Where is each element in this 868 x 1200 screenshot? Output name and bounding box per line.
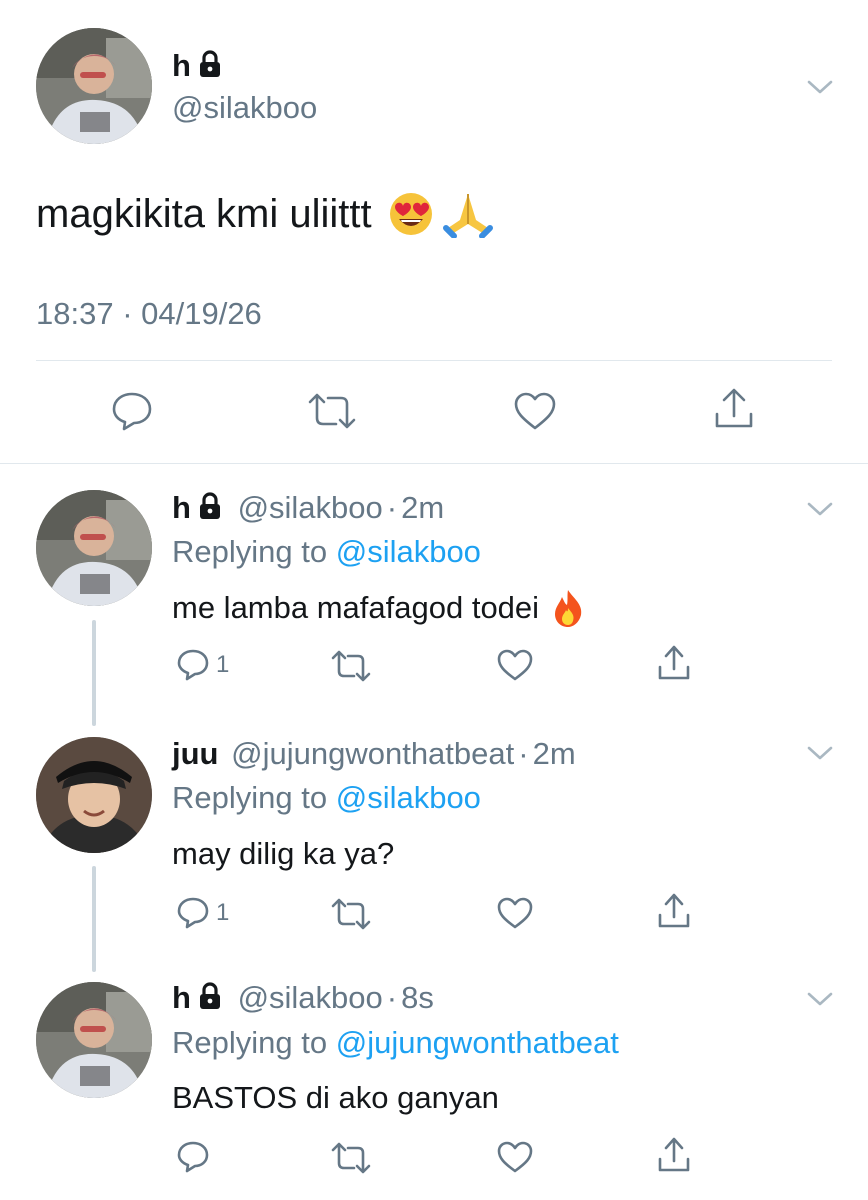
display-name[interactable]: h: [172, 980, 191, 1015]
chevron-down-icon[interactable]: [806, 78, 834, 96]
retweet-button[interactable]: [330, 650, 372, 682]
lock-icon: [199, 982, 220, 1009]
replying-label: Replying to: [172, 780, 328, 815]
tweet-text-row: magkikita kmi uliittt: [36, 190, 494, 238]
separator: ·: [386, 980, 398, 1015]
separator: ·: [518, 736, 529, 771]
like-button[interactable]: [512, 390, 558, 432]
reply-button[interactable]: 1: [176, 896, 229, 930]
reply-text: me lamba mafafagod todei: [172, 590, 540, 625]
divider: [36, 360, 832, 361]
retweet-icon: [331, 1142, 371, 1174]
chevron-down-icon[interactable]: [806, 990, 834, 1008]
reply-text: may dilig ka ya?: [172, 836, 395, 871]
avatar-image: [36, 28, 152, 144]
like-icon: [497, 897, 533, 929]
retweet-button[interactable]: [306, 392, 358, 430]
tweet-text: magkikita kmi uliittt: [36, 191, 372, 236]
handle[interactable]: @jujungwonthatbeat: [231, 736, 514, 771]
lock-icon: [199, 50, 220, 77]
tweet-time[interactable]: 2m: [533, 736, 576, 771]
reply-button[interactable]: [176, 1140, 210, 1174]
reply-icon: [177, 897, 209, 929]
reply-icon: [112, 392, 152, 431]
avatar-image: [36, 982, 152, 1098]
reply-header: juu @jujungwonthatbeat · 2m: [172, 736, 576, 772]
reply-count: 1: [216, 899, 230, 926]
replying-label: Replying to: [172, 534, 328, 569]
like-button[interactable]: [496, 648, 534, 682]
section-divider: [0, 463, 868, 464]
share-icon: [658, 893, 690, 928]
retweet-icon: [331, 650, 371, 682]
reply-button[interactable]: 1: [176, 648, 229, 682]
like-button[interactable]: [496, 1140, 534, 1174]
like-icon: [497, 649, 533, 681]
tweet-time[interactable]: 8s: [401, 980, 434, 1015]
lock-icon: [199, 492, 220, 519]
handle[interactable]: @silakboo: [172, 90, 317, 126]
reply-header: h @silakboo · 2m: [172, 490, 444, 526]
thread-line: [92, 620, 96, 726]
chevron-down-icon[interactable]: [806, 744, 834, 762]
separator: ·: [386, 490, 398, 525]
replying-label: Replying to: [172, 1025, 328, 1060]
replying-to-line: Replying to @jujungwonthatbeat: [172, 1025, 619, 1061]
timestamp[interactable]: 18:37 · 04/19/26: [36, 296, 262, 332]
replying-to-link[interactable]: @silakboo: [336, 534, 481, 569]
chevron-down-icon[interactable]: [806, 500, 834, 518]
share-button[interactable]: [656, 1136, 692, 1174]
avatar[interactable]: [36, 28, 152, 144]
reply-count: 1: [216, 651, 230, 678]
replying-to-link[interactable]: @silakboo: [336, 780, 481, 815]
reply-button[interactable]: [110, 390, 154, 432]
avatar[interactable]: [36, 982, 152, 1098]
handle[interactable]: @silakboo: [238, 980, 383, 1015]
display-name-row[interactable]: h: [172, 48, 223, 84]
retweet-icon: [331, 898, 371, 930]
retweet-button[interactable]: [330, 898, 372, 930]
avatar-image: [36, 490, 152, 606]
like-button[interactable]: [496, 896, 534, 930]
handle[interactable]: @silakboo: [238, 490, 383, 525]
share-button[interactable]: [656, 892, 692, 930]
fire-emoji: [555, 590, 582, 627]
avatar-image: [36, 737, 152, 853]
tweet-time[interactable]: 2m: [401, 490, 444, 525]
avatar[interactable]: [36, 737, 152, 853]
share-icon: [658, 645, 690, 680]
retweet-button[interactable]: [330, 1142, 372, 1174]
reply-text: BASTOS di ako ganyan: [172, 1080, 499, 1115]
replying-to-line: Replying to @silakboo: [172, 534, 481, 570]
display-name[interactable]: h: [172, 490, 191, 525]
display-name: h: [172, 48, 191, 83]
replying-to-line: Replying to @silakboo: [172, 780, 481, 816]
share-icon: [715, 388, 753, 428]
folded-hands-emoji: [442, 194, 493, 238]
share-button[interactable]: [656, 644, 692, 682]
thread-line: [92, 866, 96, 972]
reply-header: h @silakboo · 8s: [172, 980, 434, 1016]
avatar[interactable]: [36, 490, 152, 606]
reply-text-row: me lamba mafafagod todei: [172, 588, 585, 628]
reply-icon: [177, 1141, 209, 1173]
share-button[interactable]: [712, 386, 756, 432]
like-icon: [497, 1141, 533, 1173]
display-name[interactable]: juu: [172, 736, 219, 771]
retweet-icon: [308, 393, 356, 429]
share-icon: [658, 1137, 690, 1172]
like-icon: [514, 392, 556, 430]
reply-icon: [177, 649, 209, 681]
replying-to-link[interactable]: @jujungwonthatbeat: [336, 1025, 619, 1060]
heart-eyes-emoji: [389, 193, 432, 235]
